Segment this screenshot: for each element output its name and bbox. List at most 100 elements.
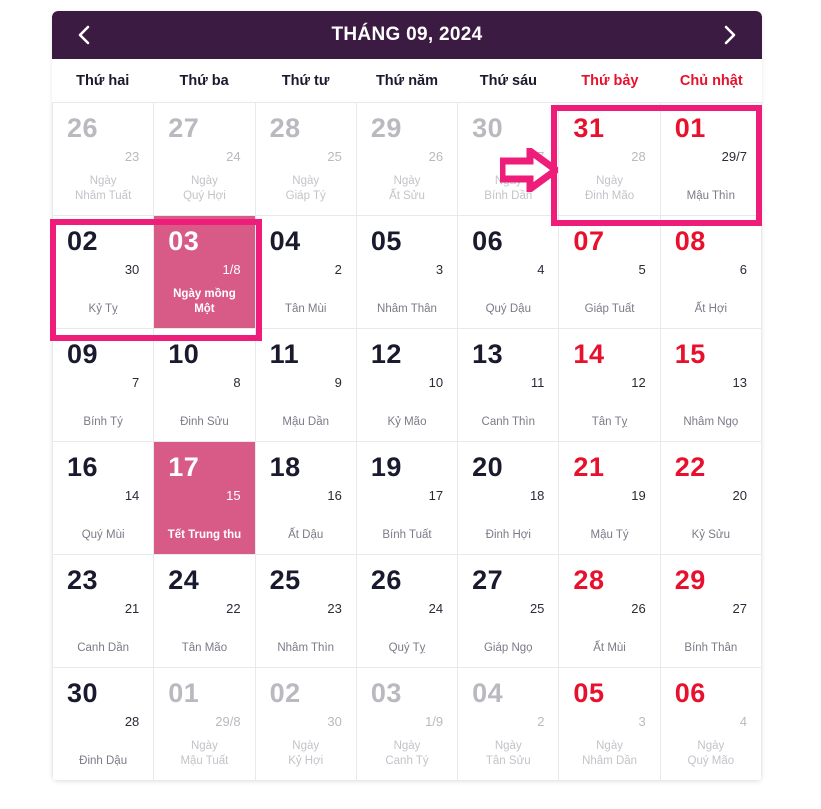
- day-cell[interactable]: 26 24 Quý Tỵ: [356, 555, 459, 668]
- day-cell[interactable]: 14 12 Tân Tỵ: [559, 329, 661, 442]
- solar-date: 10: [168, 339, 200, 369]
- solar-date: 13: [472, 339, 504, 369]
- day-cell[interactable]: 27 24 Ngày Quý Hợi: [154, 103, 256, 216]
- lunar-date: 23: [327, 601, 342, 616]
- weekday-label-6: Chủ nhật: [679, 72, 743, 89]
- day-note: Ngày mồng Một: [173, 288, 236, 315]
- day-note: Nhâm Ngọ: [683, 415, 739, 428]
- day-note: Ất Hợi: [694, 302, 728, 315]
- lunar-date: 17: [428, 488, 444, 503]
- day-cell[interactable]: 24 22 Tân Mão: [154, 555, 256, 668]
- day-note: Bính Tý: [83, 415, 123, 428]
- day-cell[interactable]: 25 23 Nhâm Thìn: [255, 555, 357, 668]
- day-cell[interactable]: 08 6 Ất Hợi: [660, 216, 762, 329]
- lunar-date: 11: [530, 375, 545, 390]
- solar-date: 05: [370, 226, 402, 256]
- day-note: Kỷ Sửu: [691, 528, 731, 541]
- solar-date: 20: [472, 452, 504, 482]
- day-note: Ngày Canh Tý: [385, 740, 429, 767]
- lunar-date: 23: [124, 149, 140, 164]
- solar-date: 25: [269, 565, 301, 595]
- solar-date: 04: [472, 678, 504, 708]
- lunar-date: 21: [124, 601, 140, 616]
- day-cell[interactable]: 03 1/9 Ngày Canh Tý: [356, 668, 459, 781]
- day-cell[interactable]: 18 16 Ất Dậu: [255, 442, 357, 555]
- day-cell[interactable]: 30 28 Đinh Dậu: [53, 668, 155, 781]
- day-cell[interactable]: 22 20 Kỷ Sửu: [660, 442, 762, 555]
- day-cell[interactable]: 26 23 Ngày Nhâm Tuất: [53, 103, 155, 216]
- day-cell[interactable]: 28 25 Ngày Giáp Tý: [255, 103, 357, 216]
- day-cell[interactable]: 21 19 Mậu Tý: [559, 442, 661, 555]
- day-cell[interactable]: 15 13 Nhâm Ngọ: [660, 329, 762, 442]
- day-cell[interactable]: 01 29/8 Ngày Mậu Tuất: [154, 668, 256, 781]
- lunar-date: 24: [226, 149, 241, 164]
- lunar-date: 16: [327, 488, 342, 503]
- day-cell[interactable]: 05 3 Nhâm Thân: [356, 216, 459, 329]
- day-note: Ngày Tân Sửu: [485, 740, 531, 767]
- day-cell[interactable]: 07 5 Giáp Tuất: [559, 216, 661, 329]
- solar-date: 17: [168, 452, 200, 482]
- lunar-date: 22: [226, 601, 241, 616]
- weekday-label-5: Thứ bảy: [581, 72, 639, 89]
- lunar-date: 18: [529, 488, 545, 503]
- day-cell[interactable]: 04 2 Tân Mùi: [255, 216, 357, 329]
- previous-month-button[interactable]: [58, 11, 110, 59]
- day-cell[interactable]: 06 4 Quý Dậu: [458, 216, 560, 329]
- lunar-date: 28: [631, 149, 646, 164]
- day-cell[interactable]: 13 11 Canh Thìn: [458, 329, 560, 442]
- solar-date: 06: [472, 226, 504, 256]
- day-cell[interactable]: 20 18 Đinh Hợi: [458, 442, 560, 555]
- day-cell[interactable]: 27 25 Giáp Ngọ: [458, 555, 560, 668]
- lunar-date: 27: [732, 601, 747, 616]
- solar-date: 18: [269, 452, 301, 482]
- lunar-calendar-widget: THÁNG 09, 2024 Thứ hai Thứ ba Thứ tư Thứ nă…: [52, 11, 762, 781]
- calendar-header: THÁNG 09, 2024: [52, 11, 762, 59]
- weekday-label-2: Thứ tư: [281, 72, 330, 89]
- lunar-date: 26: [631, 601, 646, 616]
- day-cell[interactable]: 09 7 Bính Tý: [53, 329, 155, 442]
- day-cell[interactable]: 31 28 Ngày Đinh Mão: [559, 103, 661, 216]
- day-cell[interactable]: 28 26 Ất Mùi: [559, 555, 661, 668]
- day-note: Ngày Quý Hợi: [183, 175, 226, 202]
- solar-date: 26: [370, 565, 402, 595]
- day-cell[interactable]: 16 14 Quý Mùi: [53, 442, 155, 555]
- day-note: Mậu Tý: [590, 528, 629, 541]
- day-note: Mậu Dần: [282, 415, 330, 428]
- day-cell[interactable]: 12 10 Kỷ Mão: [356, 329, 459, 442]
- day-cell[interactable]: 19 17 Bính Tuất: [356, 442, 459, 555]
- day-note: Nhâm Thìn: [277, 641, 335, 654]
- day-cell[interactable]: 02 30 Ngày Kỷ Hợi: [255, 668, 357, 781]
- solar-date: 30: [67, 678, 99, 708]
- day-cell[interactable]: 04 2 Ngày Tân Sửu: [458, 668, 560, 781]
- solar-date: 02: [67, 226, 99, 256]
- day-note: Ngày Bính Dần: [484, 175, 533, 202]
- day-cell[interactable]: 11 9 Mậu Dần: [255, 329, 357, 442]
- lunar-date: 5: [638, 262, 646, 277]
- day-note: Ngày Đinh Mão: [584, 175, 635, 202]
- calendar-page: THÁNG 09, 2024 Thứ hai Thứ ba Thứ tư Thứ nă…: [0, 0, 821, 809]
- next-month-button[interactable]: [704, 11, 756, 59]
- day-cell[interactable]: 10 8 Đinh Sửu: [154, 329, 256, 442]
- day-cell[interactable]: 30 27 Ngày Bính Dần: [458, 103, 560, 216]
- day-cell[interactable]: 17 15 Tết Trung thu: [154, 442, 256, 555]
- day-cell[interactable]: 29 27 Bính Thân: [660, 555, 762, 668]
- day-cell[interactable]: 02 30 Kỷ Tỵ: [53, 216, 155, 329]
- day-note: Mậu Thìn: [686, 189, 736, 202]
- day-cell[interactable]: 06 4 Ngày Quý Mão: [660, 668, 762, 781]
- lunar-date: 29/7: [721, 149, 747, 164]
- lunar-date: 1/8: [222, 262, 241, 277]
- weekday-label-1: Thứ ba: [179, 72, 229, 89]
- day-note: Kỷ Mão: [387, 415, 427, 428]
- day-note: Tân Tỵ: [591, 415, 628, 428]
- day-cell[interactable]: 01 29/7 Mậu Thìn: [660, 103, 762, 216]
- day-note: Ất Dậu: [288, 528, 324, 541]
- solar-date: 04: [269, 226, 301, 256]
- day-note: Canh Thìn: [481, 415, 536, 428]
- day-note: Ngày Nhâm Tuất: [75, 175, 132, 202]
- day-cell[interactable]: 03 1/8 Ngày mồng Một: [154, 216, 256, 329]
- solar-date: 24: [168, 565, 200, 595]
- day-grid: 26 23 Ngày Nhâm Tuất 27 24 Ngày Quý Hợi 28 25 Ngày…: [52, 102, 762, 781]
- day-cell[interactable]: 05 3 Ngày Nhâm Dần: [559, 668, 661, 781]
- day-cell[interactable]: 29 26 Ngày Ất Sửu: [356, 103, 459, 216]
- day-cell[interactable]: 23 21 Canh Dần: [53, 555, 155, 668]
